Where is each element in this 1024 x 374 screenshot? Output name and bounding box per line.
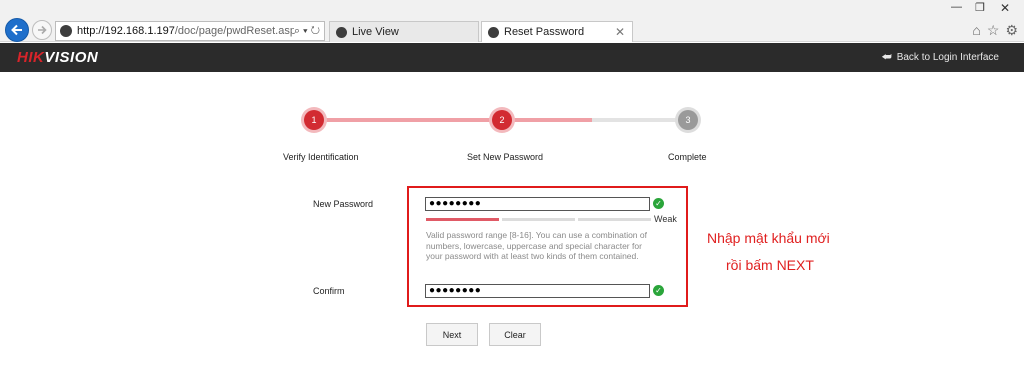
tab-favicon-icon [488,26,499,38]
arrow-left-icon [11,24,22,36]
back-to-login-link[interactable]: ⮨ Back to Login Interface [881,51,999,64]
home-icon[interactable]: ⌂ [972,22,980,39]
settings-icon[interactable]: ⚙ [1005,22,1018,39]
step-3-label: Complete [668,152,707,162]
url-path: /doc/page/pwdReset.asp [174,25,294,37]
forward-button[interactable] [32,20,52,40]
annotation-line-1: Nhập mật khẩu mới [707,230,830,246]
new-password-label: New Password [313,199,374,209]
step-1-indicator: 1 [304,110,324,130]
address-url[interactable]: http://192.168.1.197/doc/page/pwdReset.a… [77,25,294,37]
step-connector-1 [314,118,502,122]
step-connector-2a [502,118,592,122]
step-3-indicator: 3 [678,110,698,130]
tab-close-icon[interactable]: ✕ [615,25,625,39]
minimize-icon[interactable]: — [951,1,962,13]
app-header: HIKVISION ⮨ Back to Login Interface [0,43,1024,72]
tab-label: Live View [352,26,399,38]
tab-label: Reset Password [504,26,585,38]
browser-toolbar: — ❐ ✕ http://192.168.1.197/doc/page/pwdR… [0,0,1024,42]
confirm-label: Confirm [313,286,345,296]
annotation-line-2: rồi bấm NEXT [726,257,814,273]
browser-icons: ⌂ ☆ ⚙ [972,22,1018,39]
arrow-right-icon [38,25,47,35]
step-connector-2b [592,118,688,122]
clear-button[interactable]: Clear [489,323,541,346]
next-button[interactable]: Next [426,323,478,346]
url-host: http://192.168.1.197 [77,25,175,37]
step-2-indicator: 2 [492,110,512,130]
tab-reset-password[interactable]: Reset Password ✕ [481,21,633,42]
back-link-label: Back to Login Interface [896,52,999,63]
back-button[interactable] [5,18,29,42]
close-window-icon[interactable]: ✕ [1000,1,1010,15]
favorites-icon[interactable]: ☆ [987,22,1000,39]
search-refresh-icons[interactable]: ⌕ ▾ ↻ [294,25,320,38]
back-arrow-icon: ⮨ [881,51,892,63]
page-icon [60,25,72,37]
step-1-label: Verify Identification [283,152,359,162]
annotation-highlight-box [407,186,688,307]
tab-favicon-icon [336,26,347,38]
hikvision-logo: HIKVISION [17,49,99,66]
restore-icon[interactable]: ❐ [975,1,985,14]
step-2-label: Set New Password [467,152,544,162]
tab-live-view[interactable]: Live View [329,21,479,42]
address-bar[interactable]: http://192.168.1.197/doc/page/pwdReset.a… [55,21,325,41]
